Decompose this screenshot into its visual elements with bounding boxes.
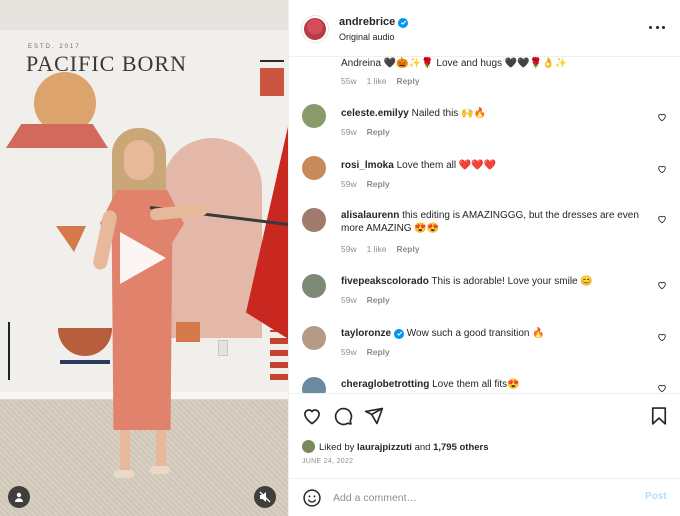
author-avatar[interactable]: [302, 16, 328, 42]
like-heart-icon[interactable]: [302, 406, 322, 426]
likes-prefix: Liked by: [319, 442, 355, 453]
more-options-icon[interactable]: [649, 20, 665, 34]
add-comment-input[interactable]: [333, 490, 623, 506]
comment-text: fivepeakscolorado This is adorable! Love…: [341, 275, 641, 288]
comment-time: 59w: [341, 127, 357, 137]
reply-button[interactable]: Reply: [396, 244, 419, 254]
post-comment-button[interactable]: Post: [645, 491, 667, 502]
author-username[interactable]: andrebrice: [339, 16, 409, 28]
like-comment-heart-icon[interactable]: [657, 280, 667, 290]
wall-block-shape: [176, 322, 200, 342]
comment-message: Love them all fits😍: [432, 379, 520, 390]
post-actions: Liked by laurajpizzuti and 1,795 others …: [289, 393, 680, 473]
comment-text: rosi_lmoka Love them all ❤️❤️❤️: [341, 159, 641, 172]
comment-username[interactable]: cheraglobetrotting: [341, 379, 429, 390]
comment-meta: 59w Reply: [341, 179, 400, 189]
reply-button[interactable]: Reply: [367, 295, 390, 305]
comment-time: 59w: [341, 244, 357, 254]
wall-stick-shape: [8, 322, 10, 380]
commenter-avatar[interactable]: [302, 274, 326, 298]
comment-likes-count[interactable]: 1 like: [367, 244, 387, 254]
verified-badge-icon: [394, 328, 405, 339]
wall-est-text: ESTD. 2017: [28, 44, 81, 50]
original-audio-link[interactable]: Original audio: [339, 32, 395, 42]
like-comment-heart-icon[interactable]: [657, 164, 667, 174]
video-ceiling: [0, 0, 288, 30]
wall-brand-text: PACIFIC BORN: [26, 51, 187, 76]
author-username-text[interactable]: andrebrice: [339, 16, 395, 28]
comment-username[interactable]: tayloronze: [341, 328, 391, 339]
person-face: [124, 140, 154, 180]
reply-button[interactable]: Reply: [367, 347, 390, 357]
verified-badge-icon: [398, 17, 409, 28]
comment-meta: 59w Reply: [341, 295, 400, 305]
post-video[interactable]: ESTD. 2017 PACIFIC BORN: [0, 0, 288, 516]
save-bookmark-icon[interactable]: [649, 406, 669, 426]
like-comment-heart-icon[interactable]: [657, 383, 667, 393]
comment-meta: 59w Reply: [341, 347, 400, 357]
commenter-avatar[interactable]: [302, 326, 326, 350]
person-leg-right: [156, 424, 166, 472]
comment-text: Andreina 🖤🎃✨🌹 Love and hugs 🖤🖤🌹👌✨: [341, 58, 568, 69]
comment-text: tayloronze Wow such a good transition 🔥: [341, 327, 641, 340]
play-icon[interactable]: [120, 232, 166, 284]
like-comment-heart-icon[interactable]: [657, 214, 667, 224]
comment-bubble-icon[interactable]: [333, 406, 353, 426]
reply-button[interactable]: Reply: [396, 76, 419, 86]
comment-message: Love them all ❤️❤️❤️: [396, 160, 497, 171]
comment-composer: Post: [289, 478, 680, 516]
reply-button[interactable]: Reply: [367, 179, 390, 189]
person-shoe-left: [114, 470, 134, 478]
comment-meta: 59w 1 like Reply: [341, 244, 430, 254]
comment-username[interactable]: celeste.emilyy: [341, 108, 409, 119]
comment-message: Wow such a good transition 🔥: [406, 328, 545, 339]
wall-blue-line-shape: [60, 360, 110, 364]
commenter-avatar[interactable]: [302, 208, 326, 232]
comment-time: 59w: [341, 347, 357, 357]
like-comment-heart-icon[interactable]: [657, 112, 667, 122]
comment-username[interactable]: rosi_lmoka: [341, 160, 394, 171]
share-paper-plane-icon[interactable]: [364, 406, 384, 426]
wall-sun-base-shape: [6, 124, 108, 148]
commenter-avatar[interactable]: [302, 156, 326, 180]
wall-line-shape: [260, 60, 284, 62]
post-date: JUNE 24, 2022: [302, 458, 354, 465]
wall-rect-shape: [260, 68, 284, 96]
emoji-icon[interactable]: [302, 488, 322, 508]
comment-text: celeste.emilyy Nailed this 🙌🔥: [341, 107, 641, 120]
reply-button[interactable]: Reply: [367, 127, 390, 137]
user-tag-icon[interactable]: [8, 486, 30, 508]
comment-time: 55w: [341, 76, 357, 86]
liker-username[interactable]: laurajpizzuti: [357, 442, 412, 453]
person-shoe-right: [150, 466, 170, 474]
comment-username[interactable]: fivepeakscolorado: [341, 276, 429, 287]
wall-outlet: [218, 340, 228, 356]
person-leg-left: [120, 428, 130, 476]
wall-arch-shape: [162, 138, 262, 338]
commenter-avatar[interactable]: [302, 104, 326, 128]
comment-meta: 59w Reply: [341, 127, 400, 137]
like-comment-heart-icon[interactable]: [657, 332, 667, 342]
comment-text: cheraglobetrotting Love them all fits😍: [341, 378, 641, 391]
post-header: andrebrice Original audio: [289, 0, 680, 57]
comment-likes-count[interactable]: 1 like: [367, 76, 387, 86]
comment-meta: 55w 1 like Reply: [341, 76, 430, 86]
comment-time: 59w: [341, 295, 357, 305]
comment-message: This is adorable! Love your smile 😊: [431, 276, 593, 287]
mute-icon[interactable]: [254, 486, 276, 508]
comment-message: Nailed this 🙌🔥: [411, 108, 486, 119]
liker-avatar: [302, 440, 315, 453]
likes-others-count[interactable]: 1,795 others: [433, 442, 488, 453]
wall-shelf-shape: [270, 330, 288, 380]
comment-text: alisalaurenn this editing is AMAZINGGG, …: [341, 209, 641, 235]
likes-summary[interactable]: Liked by laurajpizzuti and 1,795 others: [302, 440, 489, 453]
likes-and: and: [414, 442, 431, 453]
comments-list[interactable]: Andreina 🖤🎃✨🌹 Love and hugs 🖤🖤🌹👌✨ 55w 1 l…: [289, 57, 680, 393]
comment-username[interactable]: alisalaurenn: [341, 210, 399, 221]
commenter-avatar[interactable]: [302, 377, 326, 393]
post-side-panel: andrebrice Original audio Andreina 🖤🎃✨🌹 …: [288, 0, 680, 516]
comment-time: 59w: [341, 179, 357, 189]
